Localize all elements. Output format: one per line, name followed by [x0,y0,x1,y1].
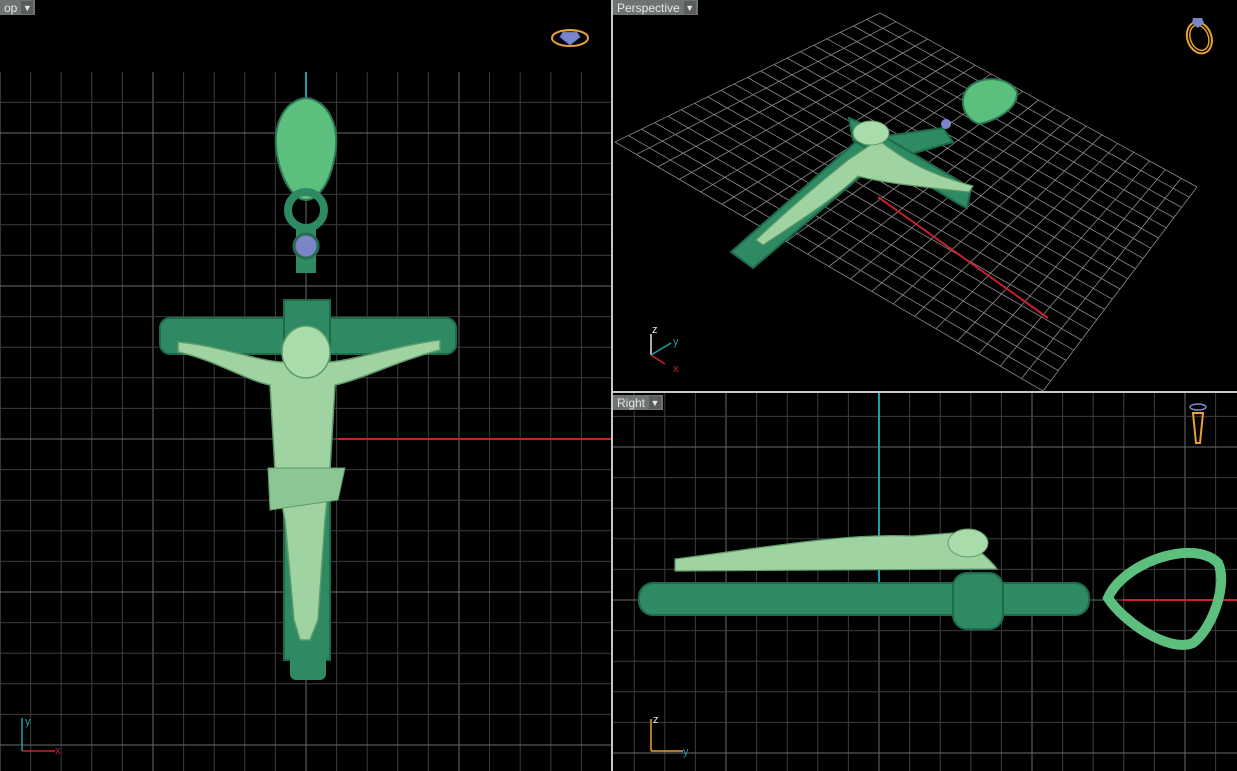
viewport-label-perspective[interactable]: Perspective ▼ [613,0,698,15]
axis-indicator-perspective: x y z [650,324,679,375]
y-axis-label: y [25,716,31,728]
perspective-grid [614,12,1198,391]
gumball-icon[interactable] [551,29,589,47]
figure-head [852,120,890,146]
top-viewport-canvas[interactable]: x y [0,0,611,771]
gem [941,119,951,129]
cross-beam-end [952,572,1004,630]
x-axis-line [877,196,1049,319]
figure-head [947,528,989,558]
gumball-icon[interactable] [1183,18,1216,57]
viewport-title: Perspective [617,0,680,15]
axis-indicator-top: x y [21,716,61,757]
figure-head [281,325,331,379]
chevron-down-icon[interactable]: ▼ [21,1,34,14]
grid-line [1042,186,1198,391]
chevron-down-icon[interactable]: ▼ [683,1,696,14]
viewport-right[interactable]: y z Right ▼ [613,393,1237,771]
viewport-title: op [4,0,18,15]
viewport-label-top[interactable]: op ▼ [0,0,36,15]
chevron-down-icon[interactable]: ▼ [649,396,662,409]
grid-line [999,169,1166,367]
y-axis-label: y [683,746,689,758]
viewport-perspective[interactable]: x y z Perspective ▼ [613,0,1237,391]
gumball-icon[interactable] [1189,403,1207,444]
right-viewport-canvas[interactable]: y z [613,393,1237,771]
axis-indicator-right: y z [650,714,689,758]
z-axis-label: z [652,324,658,336]
cross-body [638,582,1090,616]
loincloth [267,467,346,511]
perspective-viewport-canvas[interactable]: x y z [613,0,1237,391]
z-axis-label: z [653,714,659,726]
bail [961,78,1019,126]
x-axis-label: x [673,363,679,375]
cross-foot [290,640,326,680]
viewport-title: Right [617,395,646,410]
cross-pendant-model[interactable] [159,96,457,680]
viewport-label-right[interactable]: Right ▼ [613,395,664,410]
x-axis-label: x [55,745,61,757]
y-axis-label: y [673,336,679,348]
viewport-top[interactable]: x y op ▼ [0,0,611,771]
bail [274,96,338,202]
gem [292,232,320,260]
